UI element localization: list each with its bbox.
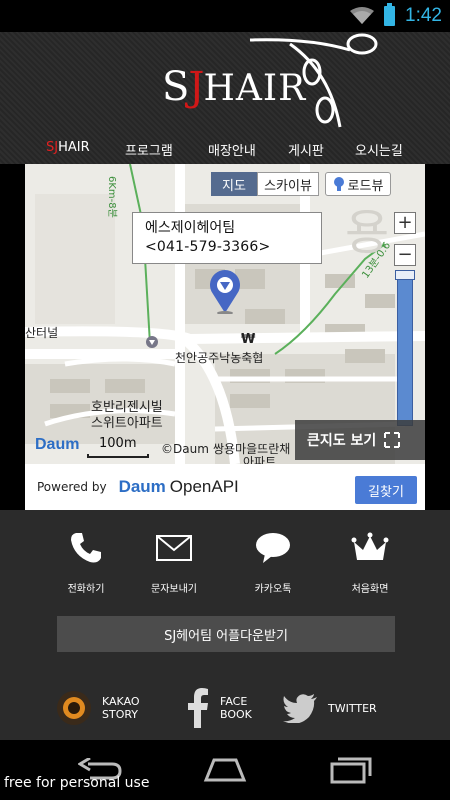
open-api-bar: Powered by Daum OpenAPI 길찾기 (25, 464, 425, 510)
brand-logo[interactable]: SJHAIR (162, 64, 306, 110)
wifi-icon (350, 7, 375, 24)
facebook-icon (188, 688, 208, 728)
call-button[interactable]: 전화하기 (36, 528, 136, 595)
apt-label-2: 스위트아파트 (91, 416, 163, 431)
bank-label: 천안공주낙농축협 (175, 351, 264, 365)
tunnel-label: 산터널 (25, 326, 59, 340)
zoom-control: + − (394, 212, 416, 426)
map-copyright: ©Daum (161, 442, 209, 456)
apt-label-4: 아파트 (243, 455, 277, 464)
sms-button[interactable]: 문자보내기 (124, 528, 224, 595)
logo-s: S (162, 64, 189, 110)
nav-hair-label: HAIR (58, 140, 90, 155)
home-label: 처음화면 (351, 584, 389, 595)
kakaostory-label-2: STORY (102, 708, 139, 721)
big-map-label: 큰지도 보기 (307, 433, 377, 449)
facebook-link[interactable]: FACE BOOK (186, 686, 252, 730)
callout-phone: <041-579-3366> (145, 239, 271, 255)
map-view[interactable]: 용 지도 스카이뷰 로드뷰 에스제이헤어팀 <041-579-3366> 산터널… (25, 164, 425, 464)
kakaotalk-label: 카카오톡 (254, 584, 292, 595)
openapi-label: OpenAPI (169, 477, 239, 496)
nav-item-store-info[interactable]: 매장안내 (208, 140, 256, 159)
scale-bar (87, 454, 149, 458)
phone-icon (71, 533, 101, 563)
daum-api-logo: Daum (118, 477, 166, 496)
tunnel-marker-icon (146, 336, 158, 348)
facebook-label-2: BOOK (220, 708, 252, 721)
zoom-out-button[interactable]: − (394, 244, 416, 266)
call-label: 전화하기 (67, 584, 105, 595)
expand-icon (384, 432, 401, 448)
zoom-slider-track[interactable] (397, 270, 413, 426)
kakaostory-link[interactable]: KAKAO STORY (56, 686, 140, 730)
app-download-button[interactable]: SJ헤어팀 어플다운받기 (57, 616, 395, 652)
kakaostory-label-1: KAKAO (102, 695, 140, 708)
directions-button[interactable]: 길찾기 (355, 476, 417, 504)
twitter-link[interactable]: TWITTER (282, 686, 377, 730)
map-marker-icon[interactable] (208, 268, 242, 314)
home-icon[interactable] (202, 758, 248, 782)
callout-name: 에스제이헤어팀 (145, 220, 236, 236)
mail-icon (156, 535, 192, 561)
sky-view-button[interactable]: 스카이뷰 (257, 172, 319, 196)
logo-j: J (188, 64, 204, 110)
zoom-slider-handle[interactable] (395, 270, 415, 280)
clock: 1:42 (405, 5, 442, 26)
scale-label: 100m (99, 436, 137, 451)
logo-hair: HAIR (203, 68, 307, 109)
open-big-map-button[interactable]: 큰지도 보기 (295, 420, 425, 460)
twitter-label: TWITTER (328, 701, 377, 715)
road-view-button[interactable]: 로드뷰 (325, 172, 391, 196)
nav-item-program[interactable]: 프로그램 (125, 140, 173, 159)
zoom-in-button[interactable]: + (394, 212, 416, 234)
map-view-button[interactable]: 지도 (211, 172, 257, 196)
kakaostory-icon (57, 691, 91, 725)
main-nav: SJHAIR 프로그램 매장안내 게시판 오시는길 (0, 132, 450, 164)
kakaotalk-button[interactable]: 카카오톡 (223, 528, 323, 595)
sms-label: 문자보내기 (151, 584, 197, 595)
system-nav-bar (0, 740, 450, 800)
crown-icon (351, 532, 389, 560)
nav-sj-prefix: SJ (46, 140, 59, 155)
powered-by-label: Powered by (37, 480, 107, 494)
nav-item-sjhair[interactable]: SJHAIR (46, 140, 90, 155)
bottom-panel: 전화하기 문자보내기 카카오톡 처음화면 SJ헤어팀 어플다운받기 KAKAO S… (0, 510, 450, 740)
recent-apps-icon[interactable] (330, 756, 372, 784)
daum-logo-text: Daum (35, 436, 80, 453)
status-bar: 1:42 (0, 0, 450, 32)
location-callout[interactable]: 에스제이헤어팀 <041-579-3366> (132, 212, 322, 264)
bank-icon: ₩ (241, 332, 256, 347)
map-canvas[interactable]: 용 (25, 164, 425, 464)
watermark: free for personal use (4, 775, 150, 791)
facebook-label-1: FACE (220, 695, 248, 708)
road-view-icon (333, 177, 344, 191)
nav-item-directions[interactable]: 오시는길 (355, 140, 403, 159)
chat-bubble-icon (256, 533, 290, 563)
route-distance-label-1: 6Km-8분 (106, 176, 117, 218)
battery-icon (384, 3, 396, 26)
twitter-icon (283, 694, 317, 723)
road-view-label: 로드뷰 (347, 178, 384, 194)
nav-item-board[interactable]: 게시판 (288, 140, 324, 159)
app-header: SJHAIR SJHAIR 프로그램 매장안내 게시판 오시는길 (0, 32, 450, 164)
daum-logo: Daum (35, 436, 79, 454)
home-button[interactable]: 처음화면 (320, 528, 420, 595)
